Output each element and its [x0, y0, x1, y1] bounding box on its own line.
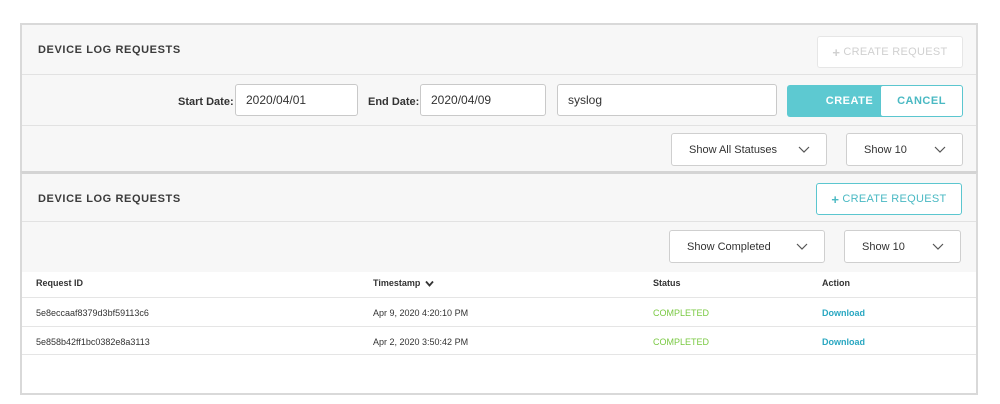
column-header-action: Action — [822, 278, 850, 288]
chevron-down-icon — [798, 146, 810, 153]
request-id-cell: 5e8eccaaf8379d3bf59113c6 — [36, 308, 149, 318]
status-cell: COMPLETED — [653, 308, 710, 318]
plus-icon: + — [832, 44, 841, 60]
create-request-button[interactable]: + CREATE REQUEST — [816, 183, 962, 215]
create-request-label: CREATE REQUEST — [842, 193, 947, 205]
end-date-label: End Date: — [368, 96, 420, 108]
start-date-label: Start Date: — [178, 96, 234, 108]
table-row: 5e8eccaaf8379d3bf59113c6 Apr 9, 2020 4:2… — [22, 297, 976, 326]
timestamp-cell: Apr 2, 2020 3:50:42 PM — [373, 337, 469, 347]
timestamp-cell: Apr 9, 2020 4:20:10 PM — [373, 308, 469, 318]
chevron-down-icon — [932, 243, 944, 250]
filter-row: Show Completed Show 10 — [22, 222, 976, 272]
create-request-label: CREATE REQUEST — [843, 46, 948, 58]
date-filter-row: Start Date: 2020/04/01 End Date: 2020/04… — [22, 76, 976, 126]
create-request-panel: DEVICE LOG REQUESTS + CREATE REQUEST Sta… — [20, 23, 978, 173]
chevron-down-icon — [796, 243, 808, 250]
status-filter-select[interactable]: Show All Statuses — [671, 133, 827, 166]
page-size-value: Show 10 — [862, 241, 905, 253]
plus-icon: + — [831, 191, 840, 207]
column-header-timestamp-label: Timestamp — [373, 278, 421, 288]
column-header-status: Status — [653, 278, 681, 288]
column-header-timestamp[interactable]: Timestamp — [373, 278, 434, 288]
panel-header: DEVICE LOG REQUESTS + CREATE REQUEST — [22, 174, 976, 222]
status-cell: COMPLETED — [653, 337, 710, 347]
log-type-input[interactable]: syslog — [557, 84, 777, 116]
request-id-cell: 5e858b42ff1bc0382e8a3113 — [36, 337, 150, 347]
table-row: 5e858b42ff1bc0382e8a3113 Apr 2, 2020 3:5… — [22, 326, 976, 355]
end-date-input[interactable]: 2020/04/09 — [420, 84, 546, 116]
page-title: DEVICE LOG REQUESTS — [38, 44, 181, 56]
status-filter-value: Show All Statuses — [689, 144, 778, 156]
chevron-down-icon — [934, 146, 946, 153]
page-size-value: Show 10 — [864, 144, 907, 156]
request-list-panel: DEVICE LOG REQUESTS + CREATE REQUEST Sho… — [20, 171, 978, 395]
create-request-button[interactable]: + CREATE REQUEST — [817, 36, 963, 68]
cancel-button[interactable]: CANCEL — [880, 85, 963, 117]
download-link[interactable]: Download — [822, 308, 865, 318]
status-filter-value: Show Completed — [687, 241, 771, 253]
status-filter-select[interactable]: Show Completed — [669, 230, 825, 263]
download-link[interactable]: Download — [822, 337, 865, 347]
column-header-request-id: Request ID — [36, 278, 84, 288]
page-size-select[interactable]: Show 10 — [846, 133, 963, 166]
page-title: DEVICE LOG REQUESTS — [38, 193, 181, 205]
start-date-input[interactable]: 2020/04/01 — [235, 84, 358, 116]
panel-header: DEVICE LOG REQUESTS + CREATE REQUEST — [22, 25, 976, 75]
page-size-select[interactable]: Show 10 — [844, 230, 961, 263]
sort-desc-icon — [425, 281, 434, 287]
